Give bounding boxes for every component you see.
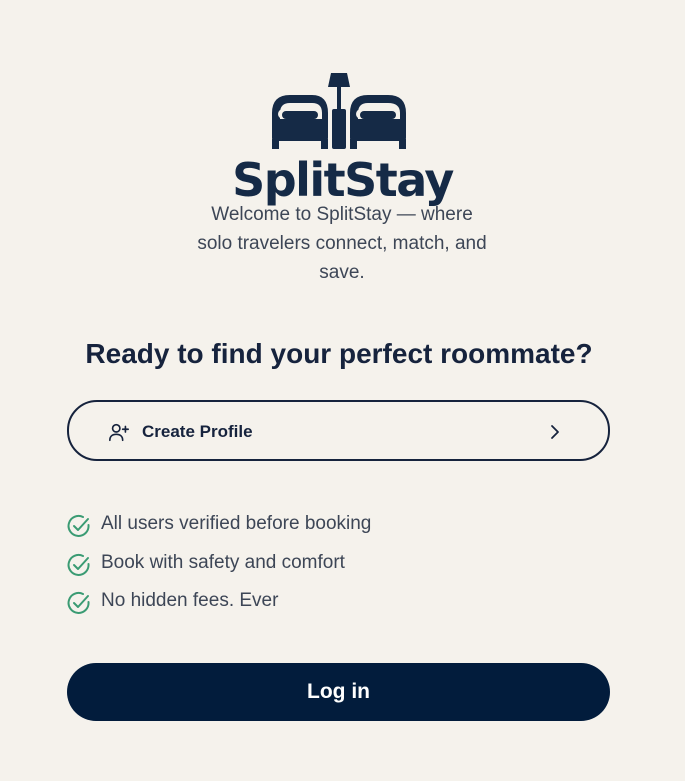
page-title: Ready to find your perfect roommate? [85,338,593,369]
feature-item: Book with safety and comfort [67,549,371,588]
check-circle-icon [67,553,90,576]
check-circle-icon [67,591,90,614]
feature-text: All users verified before booking [101,513,372,534]
chevron-right-icon [551,425,559,439]
feature-list: All users verified before booking Book w… [67,510,371,626]
beds-and-lamp-icon [272,73,406,149]
create-profile-button[interactable]: Create Profile [67,400,610,461]
user-plus-icon [109,423,129,442]
login-button[interactable]: Log in [67,663,610,721]
create-profile-label: Create Profile [142,422,253,441]
feature-item: All users verified before booking [67,510,371,549]
feature-item: No hidden fees. Ever [67,587,371,626]
feature-text: Book with safety and comfort [101,551,345,573]
check-circle-icon [67,514,90,537]
tagline: Welcome to SplitStay — where solo travel… [197,204,487,283]
feature-text: No hidden fees. Ever [101,590,279,611]
